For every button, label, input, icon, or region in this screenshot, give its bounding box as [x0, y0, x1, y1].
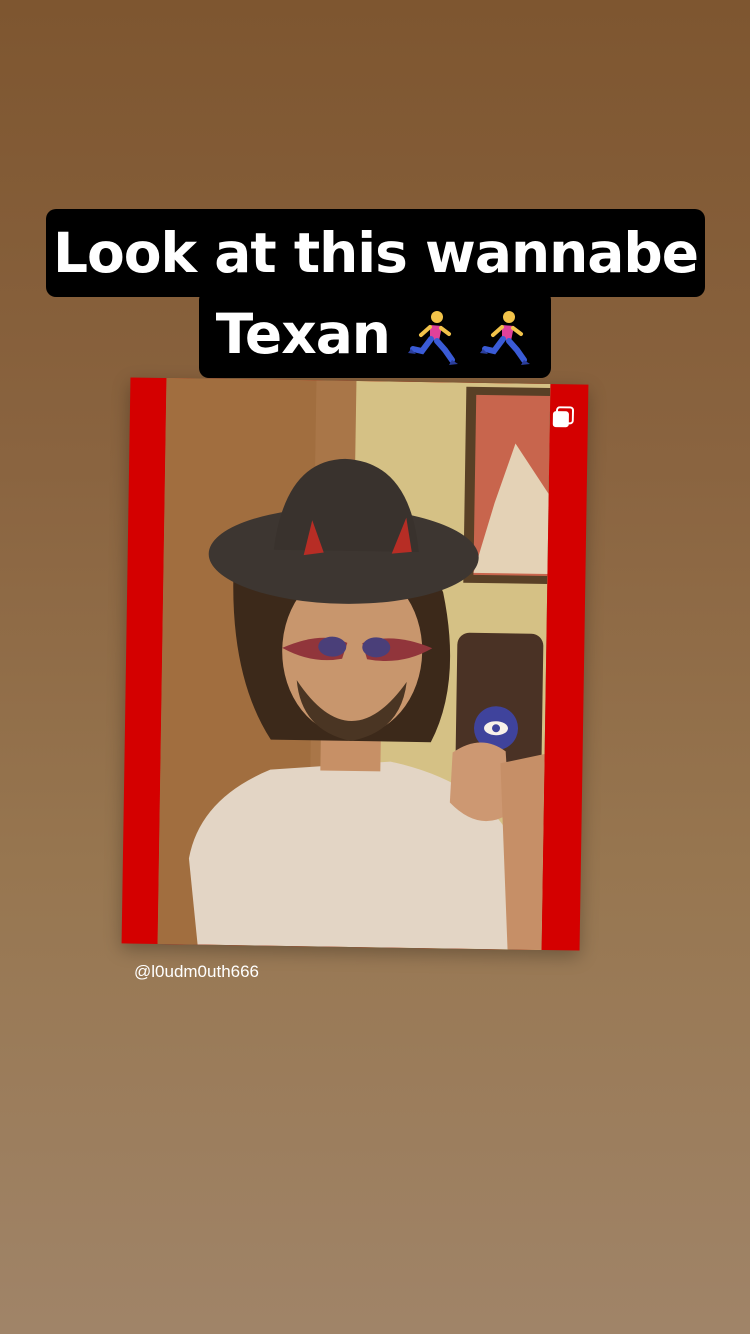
- post-username[interactable]: @l0udm0uth666: [134, 962, 259, 982]
- story-caption-line-2[interactable]: Texan: [199, 290, 551, 378]
- carousel-icon: [552, 406, 575, 428]
- mirror-selfie-illustration: [157, 378, 551, 950]
- caption-text-2: Texan: [215, 302, 391, 366]
- shared-post-card[interactable]: [121, 377, 589, 951]
- story-caption-line-1[interactable]: Look at this wannabe: [46, 209, 705, 297]
- person-running-emoji-icon: [408, 310, 459, 365]
- caption-text-1: Look at this wannabe: [52, 221, 699, 285]
- post-photo: [157, 378, 551, 950]
- person-running-emoji-icon: [480, 310, 531, 365]
